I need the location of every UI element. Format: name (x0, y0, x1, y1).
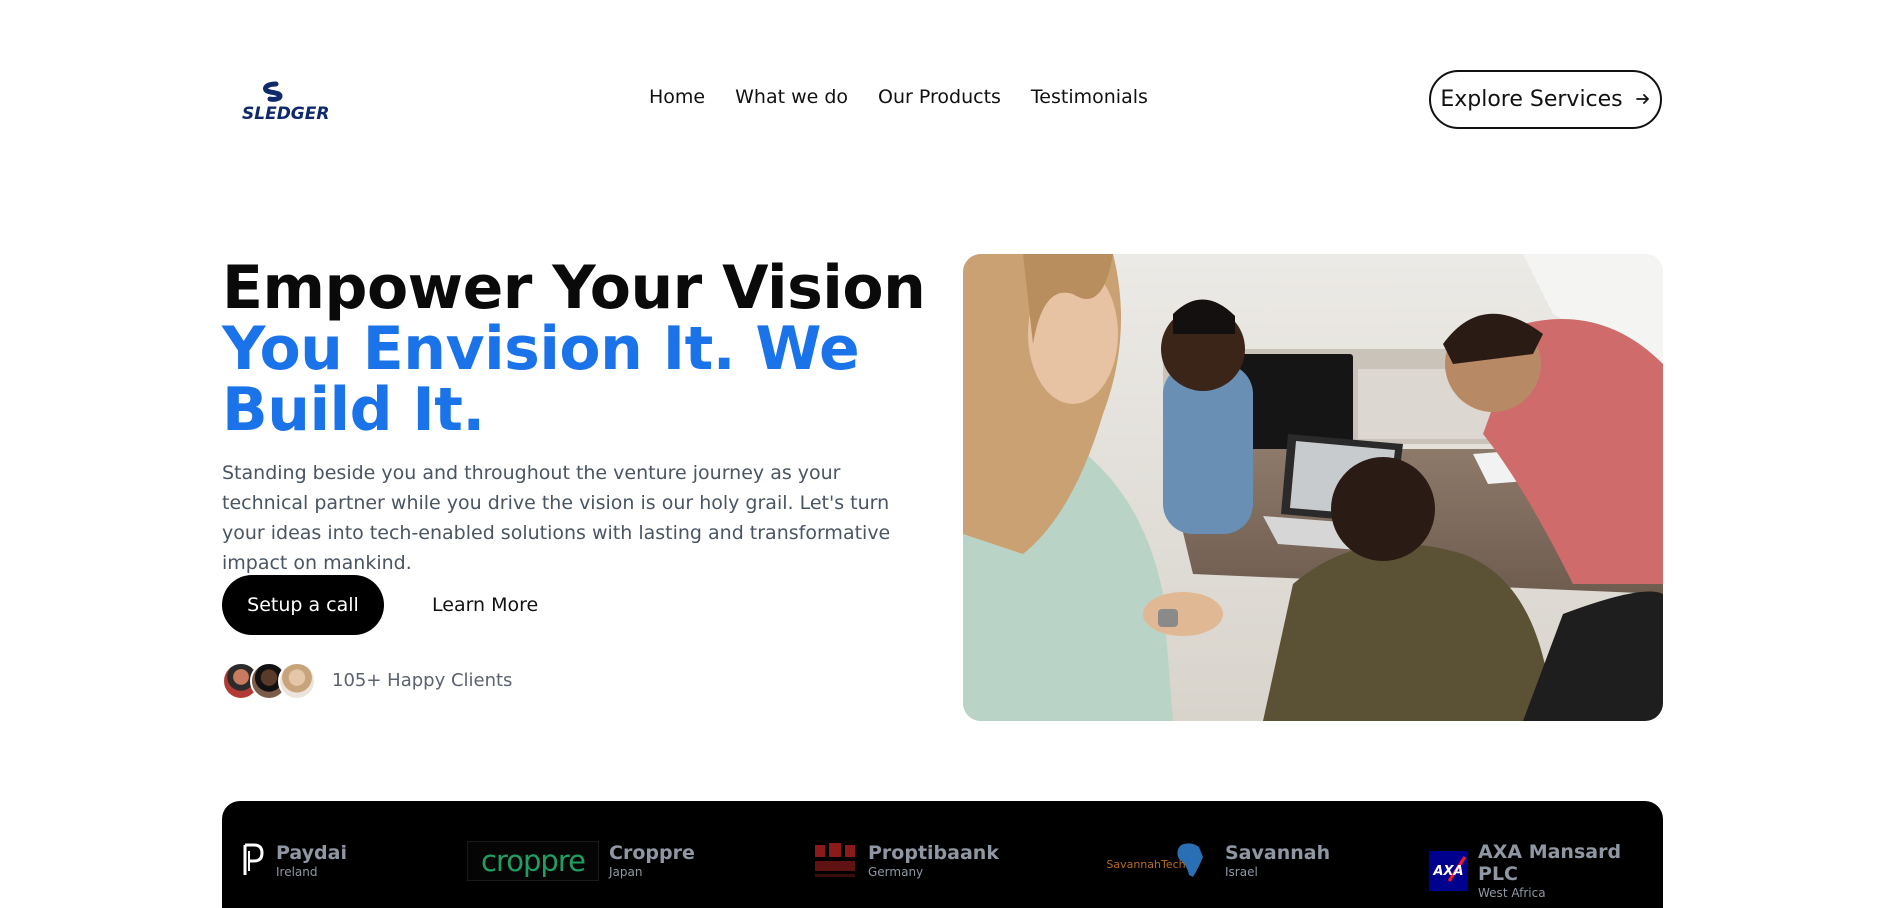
hero-title-line1: Empower Your Vision (222, 253, 926, 323)
hero-title-line2: You Envision It. We Build It. (222, 314, 860, 445)
nav-home[interactable]: Home (649, 86, 705, 108)
site-header: SLEDGER Home What we do Our Products Tes… (0, 0, 1889, 200)
happy-clients-count: 105+ Happy Clients (332, 670, 513, 691)
hero-description: Standing beside you and throughout the v… (222, 462, 891, 574)
partner-name: Proptibaank (868, 842, 999, 864)
partners-bar: Paydai Ireland croppre Croppre Japan Pro… (222, 801, 1663, 908)
proptibaank-logo-icon (812, 841, 858, 881)
nav-our-products[interactable]: Our Products (878, 86, 1001, 108)
croppre-logo-text: croppre (481, 844, 586, 878)
explore-services-button[interactable]: Explore Services (1429, 70, 1662, 129)
learn-more-button[interactable]: Learn More (432, 594, 538, 616)
partner-country: Germany (868, 865, 924, 879)
explore-services-label: Explore Services (1440, 87, 1623, 112)
axa-logo-icon: AXA (1429, 851, 1469, 891)
savannah-logo-text: SavannahTech (1106, 857, 1186, 871)
sledger-logo[interactable]: SLEDGER (240, 80, 330, 124)
paydai-logo-icon (240, 841, 266, 881)
partner-name: Paydai (276, 842, 347, 864)
partner-name: Savannah (1225, 842, 1331, 864)
partner-country: Israel (1225, 865, 1258, 879)
nav-testimonials[interactable]: Testimonials (1031, 86, 1148, 108)
main-nav: Home What we do Our Products Testimonial… (649, 86, 1148, 108)
avatar (278, 662, 316, 700)
arrow-right-icon (1635, 88, 1651, 112)
team-meeting-photo (963, 254, 1663, 721)
savannah-logo-icon: SavannahTech (1106, 841, 1215, 881)
partner-proptibaank[interactable]: Proptibaank Germany (812, 841, 999, 881)
partner-croppre[interactable]: croppre Croppre Japan (467, 841, 695, 881)
setup-call-button[interactable]: Setup a call (222, 575, 384, 635)
client-avatars (222, 662, 316, 700)
svg-text:SLEDGER: SLEDGER (242, 104, 329, 120)
axa-logo-text: AXA (1433, 863, 1464, 879)
partner-country: Japan (609, 865, 643, 879)
croppre-logo-icon: croppre (467, 841, 599, 881)
partner-paydai[interactable]: Paydai Ireland (240, 841, 347, 881)
partner-country: West Africa (1478, 886, 1546, 900)
partner-name: Croppre (609, 842, 695, 864)
hero-title: Empower Your Vision You Envision It. We … (222, 258, 942, 441)
partner-savannah[interactable]: SavannahTech Savannah Israel (1106, 841, 1331, 881)
partner-name: AXA Mansard PLC (1478, 841, 1622, 885)
partner-country: Ireland (276, 865, 318, 879)
partner-axa-mansard[interactable]: AXA AXA Mansard PLC West Africa (1429, 841, 1663, 901)
nav-what-we-do[interactable]: What we do (735, 86, 848, 108)
